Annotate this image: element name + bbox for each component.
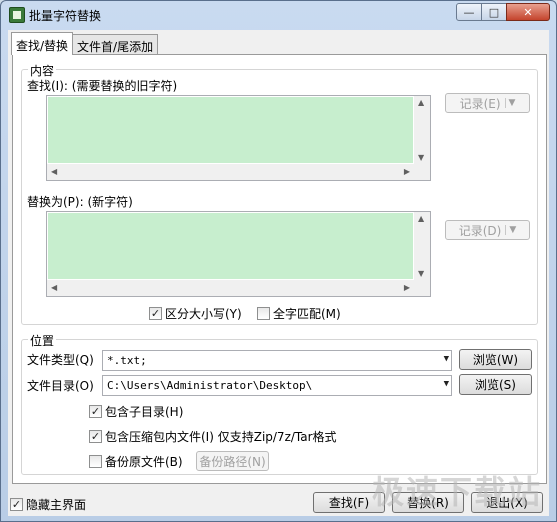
dropdown-arrow-icon: ▼ bbox=[505, 225, 516, 235]
backup-label: 备份原文件(B) bbox=[105, 455, 183, 469]
file-type-combo[interactable]: *.txt; ▼ bbox=[102, 350, 452, 371]
minimize-icon[interactable]: — bbox=[456, 3, 482, 21]
case-sensitive-checkbox[interactable]: ✓ 区分大小写(Y) bbox=[149, 305, 242, 322]
backup-path-label: 备份路径(N) bbox=[199, 454, 266, 469]
record-replace-button[interactable]: 记录(D) ▼ bbox=[445, 220, 530, 240]
maximize-icon[interactable]: □ bbox=[481, 3, 507, 21]
app-icon bbox=[9, 7, 25, 23]
find-textarea[interactable]: ▲ ▼ ◀ ▶ bbox=[46, 95, 431, 181]
replace-input[interactable] bbox=[48, 213, 413, 279]
main-window: 批量字符替换 — □ ✕ 查找/替换 文件首/尾添加 内容 查找(I): (需要… bbox=[0, 0, 557, 522]
find-button-label: 查找(F) bbox=[328, 496, 370, 510]
title-bar[interactable]: 批量字符替换 — □ ✕ bbox=[1, 1, 556, 29]
checkbox-unchecked-icon[interactable] bbox=[257, 307, 270, 320]
checkbox-unchecked-icon[interactable] bbox=[89, 455, 102, 468]
hide-main-label: 隐藏主界面 bbox=[26, 498, 87, 512]
case-sensitive-label: 区分大小写(Y) bbox=[165, 307, 242, 321]
dir-combo[interactable]: C:\Users\Administrator\Desktop\ ▼ bbox=[102, 375, 452, 396]
file-type-label: 文件类型(Q) bbox=[27, 353, 94, 367]
record-replace-label: 记录(D) bbox=[458, 223, 502, 238]
window-title: 批量字符替换 bbox=[29, 9, 102, 23]
backup-path-button[interactable]: 备份路径(N) bbox=[196, 451, 269, 471]
dir-value: C:\Users\Administrator\Desktop\ bbox=[107, 379, 313, 392]
find-input[interactable] bbox=[48, 97, 413, 163]
dropdown-arrow-icon: ▼ bbox=[504, 98, 515, 108]
hide-main-checkbox[interactable]: ✓ 隐藏主界面 bbox=[10, 496, 86, 513]
tab-strip: 查找/替换 文件首/尾添加 bbox=[11, 32, 159, 55]
include-sub-checkbox[interactable]: ✓ 包含子目录(H) bbox=[89, 403, 183, 420]
chevron-down-icon[interactable]: ▼ bbox=[444, 379, 449, 389]
record-find-button[interactable]: 记录(E) ▼ bbox=[445, 93, 530, 113]
client-area: 查找/替换 文件首/尾添加 内容 查找(I): (需要替换的旧字符) ▲ ▼ ◀… bbox=[8, 30, 549, 516]
backup-checkbox[interactable]: 备份原文件(B) bbox=[89, 453, 183, 470]
file-type-value: *.txt; bbox=[107, 354, 147, 367]
whole-word-checkbox[interactable]: 全字匹配(M) bbox=[257, 305, 341, 322]
tab-file-header-footer[interactable]: 文件首/尾添加 bbox=[72, 34, 159, 54]
checkbox-checked-icon[interactable]: ✓ bbox=[89, 430, 102, 443]
find-hscroll[interactable]: ◀ ▶ bbox=[47, 164, 414, 180]
browse-file-type-label: 浏览(W) bbox=[472, 353, 519, 367]
record-find-label: 记录(E) bbox=[459, 96, 501, 111]
replace-label: 替换为(P): (新字符) bbox=[27, 195, 133, 209]
tab-panel: 内容 查找(I): (需要替换的旧字符) ▲ ▼ ◀ ▶ 记录(E) ▼ 替换为(… bbox=[12, 54, 547, 484]
checkbox-checked-icon[interactable]: ✓ bbox=[149, 307, 162, 320]
replace-hscroll[interactable]: ◀ ▶ bbox=[47, 280, 414, 296]
include-archive-label: 包含压缩包内文件(I) 仅支持Zip/7z/Tar格式 bbox=[105, 430, 337, 444]
find-vscroll[interactable]: ▲ ▼ bbox=[414, 96, 430, 164]
location-group-title: 位置 bbox=[28, 332, 57, 349]
find-label: 查找(I): (需要替换的旧字符) bbox=[27, 79, 178, 93]
include-sub-label: 包含子目录(H) bbox=[105, 405, 184, 419]
dir-label: 文件目录(O) bbox=[27, 379, 94, 393]
browse-file-type-button[interactable]: 浏览(W) bbox=[459, 349, 532, 370]
whole-word-label: 全字匹配(M) bbox=[273, 307, 341, 321]
replace-textarea[interactable]: ▲ ▼ ◀ ▶ bbox=[46, 211, 431, 297]
checkbox-checked-icon[interactable]: ✓ bbox=[10, 498, 23, 511]
watermark: 极速下载站 bbox=[371, 473, 542, 511]
include-archive-checkbox[interactable]: ✓ 包含压缩包内文件(I) 仅支持Zip/7z/Tar格式 bbox=[89, 428, 337, 445]
chevron-down-icon[interactable]: ▼ bbox=[444, 354, 449, 364]
browse-dir-button[interactable]: 浏览(S) bbox=[459, 374, 532, 395]
checkbox-checked-icon[interactable]: ✓ bbox=[89, 405, 102, 418]
tab-find-replace[interactable]: 查找/替换 bbox=[11, 32, 74, 55]
replace-vscroll[interactable]: ▲ ▼ bbox=[414, 212, 430, 280]
close-icon[interactable]: ✕ bbox=[506, 3, 550, 21]
browse-dir-label: 浏览(S) bbox=[475, 378, 516, 392]
